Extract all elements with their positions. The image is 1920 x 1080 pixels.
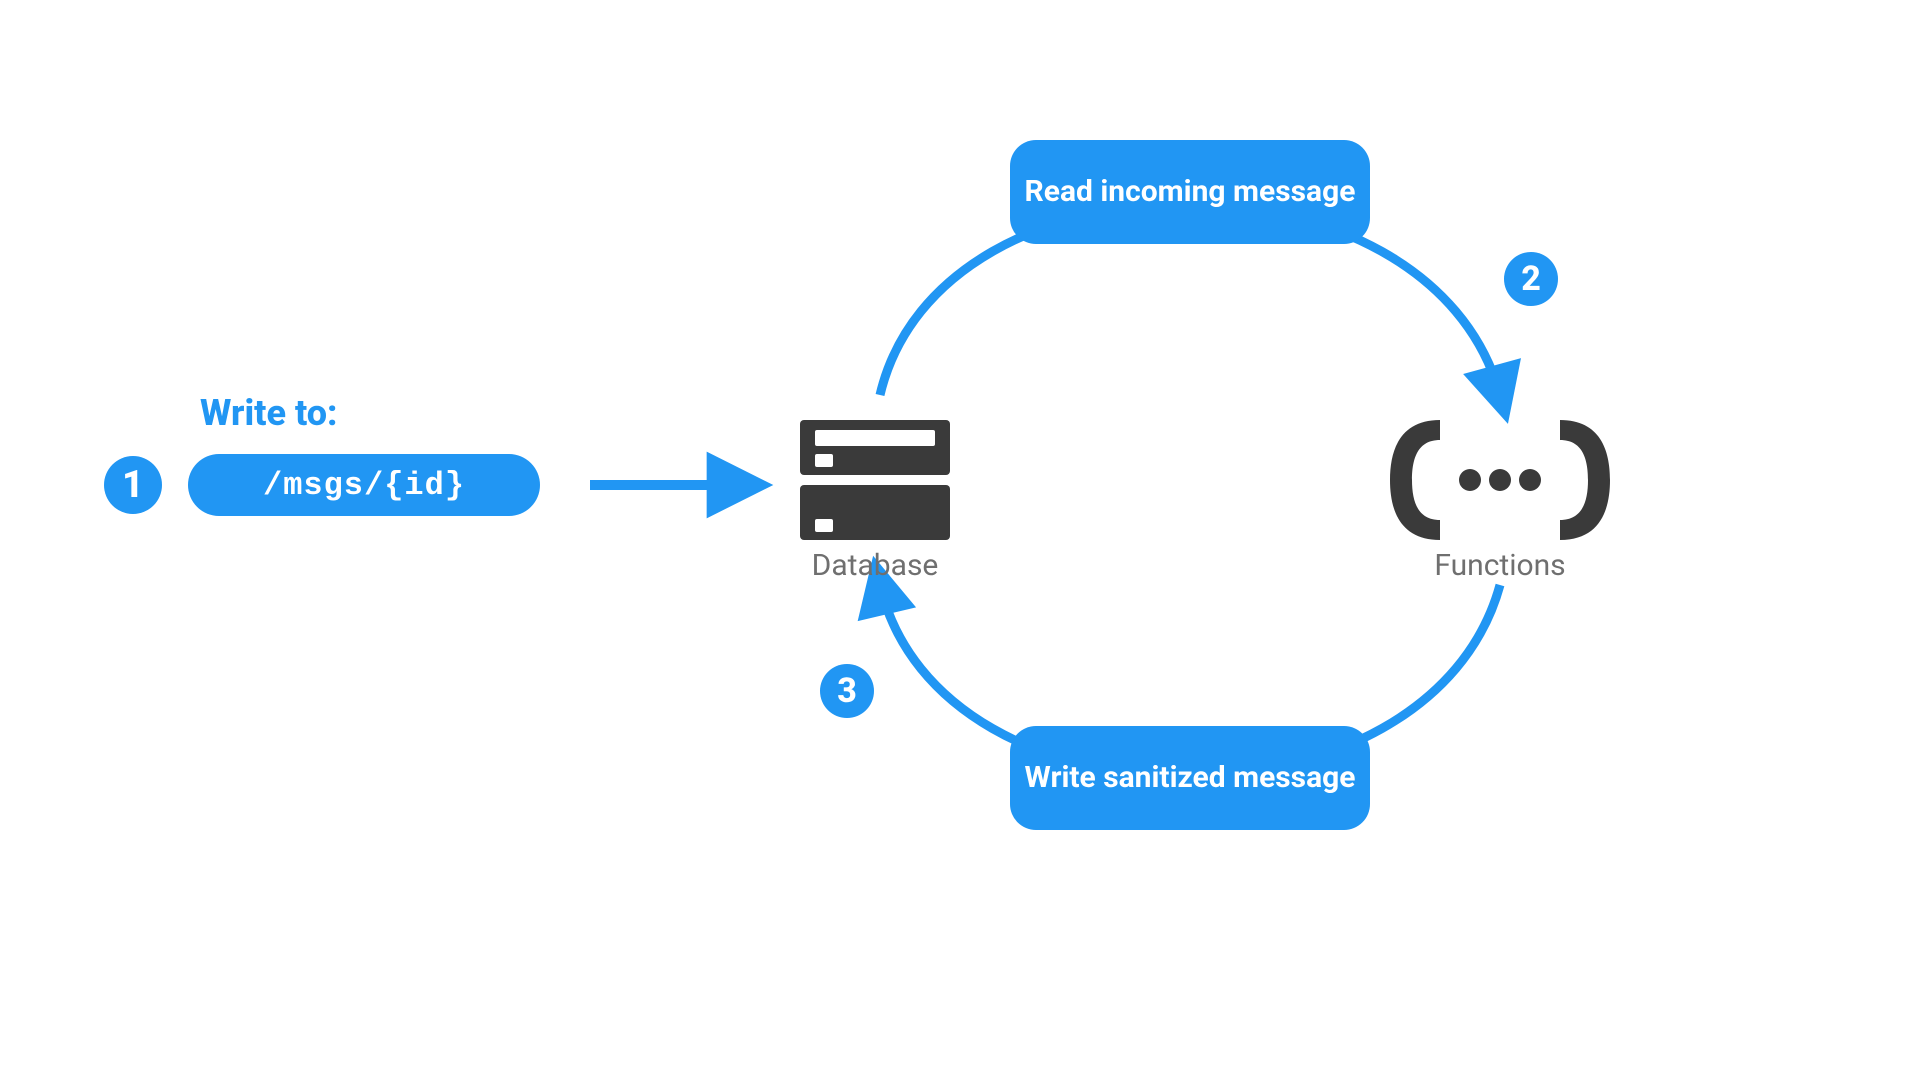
database-label: Database [800, 548, 950, 583]
flow-label-bottom: Write sanitized message [1010, 726, 1370, 830]
step-badge-2: 2 [1504, 252, 1558, 306]
functions-icon [1390, 420, 1610, 540]
functions-label: Functions [1420, 548, 1580, 583]
step-badge-1: 1 [104, 456, 162, 514]
flow-label-top: Read incoming message [1010, 140, 1370, 244]
step-badge-3: 3 [820, 664, 874, 718]
write-to-label: Write to: [200, 392, 338, 434]
database-icon [800, 420, 950, 540]
path-pill: /msgs/{id} [188, 454, 540, 516]
